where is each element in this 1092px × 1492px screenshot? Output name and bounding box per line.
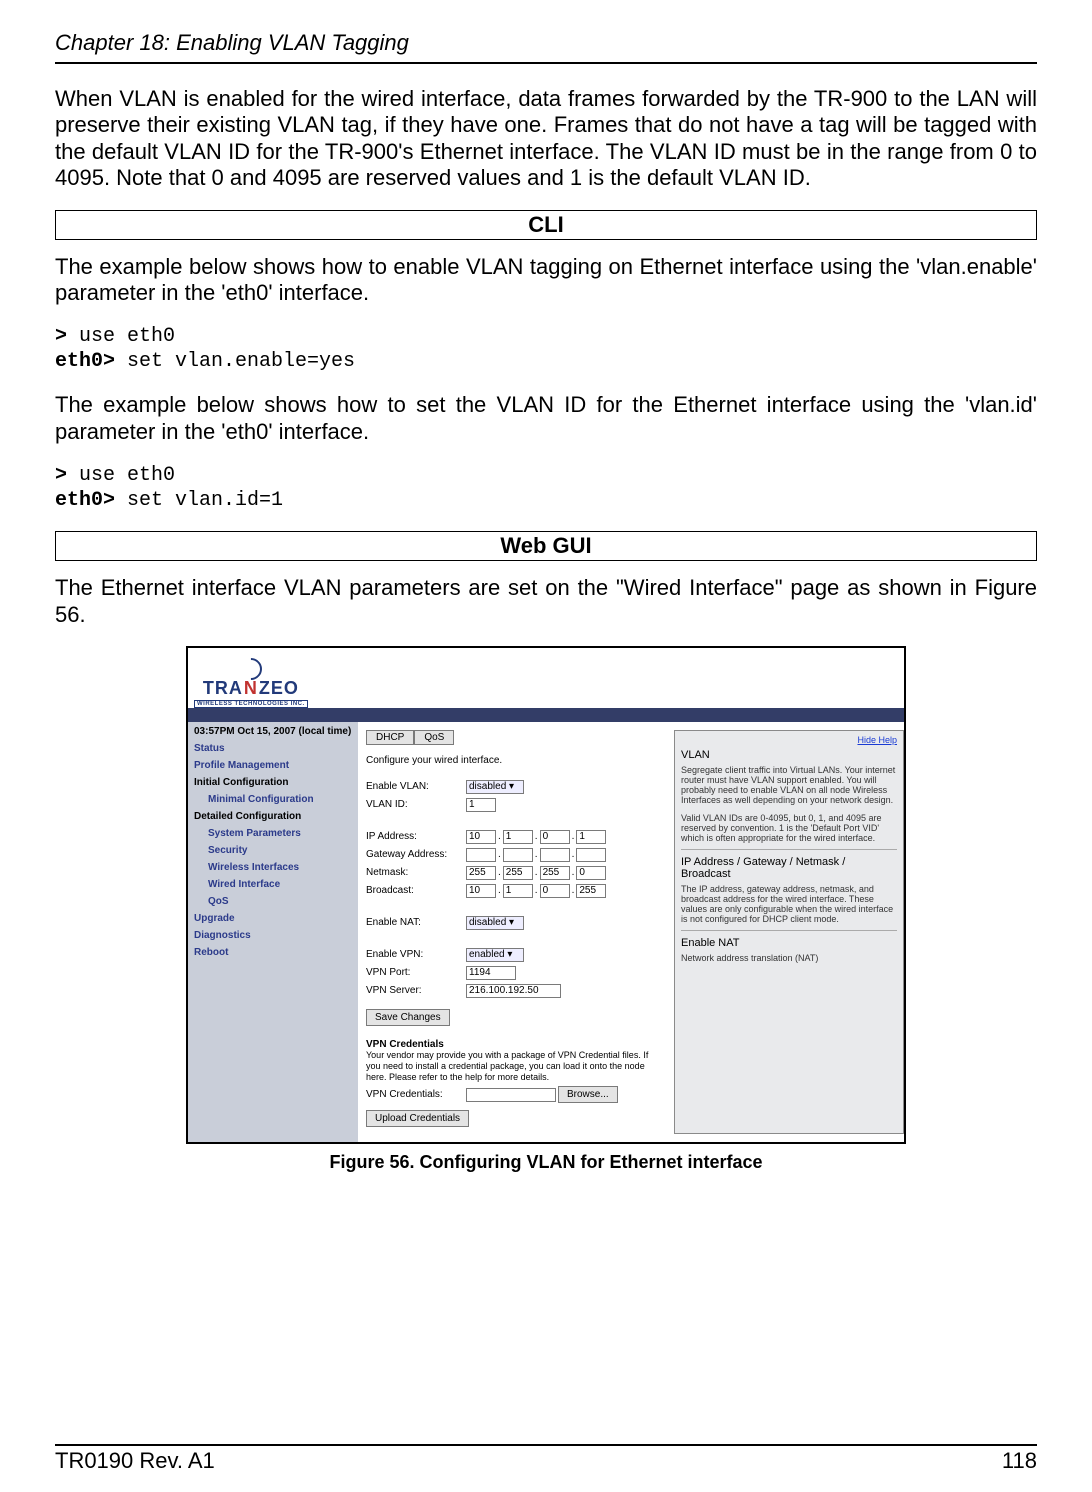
nav-wired[interactable]: Wired Interface [208,879,352,890]
input-ip-2[interactable]: 1 [503,830,533,844]
page-footer: TR0190 Rev. A1 118 [55,1444,1037,1474]
label-vlan-id: VLAN ID: [366,799,466,810]
form-intro: Configure your wired interface. [366,755,656,766]
input-ip-4[interactable]: 1 [576,830,606,844]
label-vpn-server: VPN Server: [366,985,466,996]
input-bc-1[interactable]: 10 [466,884,496,898]
nav-reboot[interactable]: Reboot [194,947,352,958]
label-gateway: Gateway Address: [366,849,466,860]
input-ip-1[interactable]: 10 [466,830,496,844]
vpn-cred-text: Your vendor may provide you with a packa… [366,1050,656,1082]
nav-minimal-config[interactable]: Minimal Configuration [208,794,352,805]
input-gw-3[interactable] [540,848,570,862]
cli-cmd: set vlan.id=1 [115,489,283,512]
sidebar: 03:57PM Oct 15, 2007 (local time) Status… [188,722,358,1142]
figure-screenshot: TRANZEO WIRELESS TECHNOLOGIES INC. 03:57… [186,646,906,1144]
input-vpn-server[interactable]: 216.100.192.50 [466,984,561,998]
help-ip-title: IP Address / Gateway / Netmask / Broadca… [681,856,897,880]
paragraph-3: The example below shows how to set the V… [55,392,1037,445]
section-webgui-heading: Web GUI [55,531,1037,561]
label-enable-vpn: Enable VPN: [366,949,466,960]
help-panel: Hide Help VLAN Segregate client traffic … [674,730,904,1134]
paragraph-1: When VLAN is enabled for the wired inter… [55,86,1037,192]
input-vlan-id[interactable]: 1 [466,798,496,812]
nav-detailed-config[interactable]: Detailed Configuration [194,811,352,822]
nav-system-params[interactable]: System Parameters [208,828,352,839]
nav-profile[interactable]: Profile Management [194,760,352,771]
header-band [188,708,904,722]
help-vlan-text: Segregate client traffic into Virtual LA… [681,765,897,805]
footer-page-number: 118 [1002,1448,1037,1474]
tab-dhcp[interactable]: DHCP [366,730,414,745]
help-vlan-text2: Valid VLAN IDs are 0-4095, but 0, 1, and… [681,813,897,843]
select-enable-vpn[interactable]: enabled ▾ [466,948,524,962]
help-vlan-title: VLAN [681,749,897,761]
logo-text-2: ZEO [259,678,299,699]
input-nm-1[interactable]: 255 [466,866,496,880]
input-bc-4[interactable]: 255 [576,884,606,898]
input-nm-4[interactable]: 0 [576,866,606,880]
help-nat-text: Network address translation (NAT) [681,953,897,963]
cli-cmd: set vlan.enable=yes [115,350,355,373]
label-vpn-port: VPN Port: [366,967,466,978]
section-cli-heading: CLI [55,210,1037,240]
header-rule [55,62,1037,64]
nav-upgrade[interactable]: Upgrade [194,913,352,924]
nav-qos[interactable]: QoS [208,896,352,907]
main-form: DHCPQoS Configure your wired interface. … [366,730,656,1134]
logo: TRANZEO WIRELESS TECHNOLOGIES INC. [194,658,308,708]
input-bc-3[interactable]: 0 [540,884,570,898]
input-ip-3[interactable]: 0 [540,830,570,844]
browse-button[interactable]: Browse... [558,1086,618,1103]
input-nm-2[interactable]: 255 [503,866,533,880]
vpn-cred-title: VPN Credentials [366,1039,656,1050]
logo-subtitle: WIRELESS TECHNOLOGIES INC. [194,700,308,708]
cli-prompt: eth0> [55,350,115,373]
nav-diagnostics[interactable]: Diagnostics [194,930,352,941]
input-vpn-port[interactable]: 1194 [466,966,516,980]
figure-caption: Figure 56. Configuring VLAN for Ethernet… [55,1152,1037,1173]
cli-cmd: use eth0 [67,464,175,487]
nav-time: 03:57PM Oct 15, 2007 (local time) [194,726,352,737]
cli-prompt: > [55,464,67,487]
footer-left: TR0190 Rev. A1 [55,1448,215,1474]
nav-wireless[interactable]: Wireless Interfaces [208,862,352,873]
input-gw-1[interactable] [466,848,496,862]
input-vpn-cred-file[interactable] [466,1088,556,1102]
input-gw-2[interactable] [503,848,533,862]
label-ip: IP Address: [366,831,466,842]
help-ip-text: The IP address, gateway address, netmask… [681,884,897,924]
hide-help-link[interactable]: Hide Help [681,735,897,745]
paragraph-2: The example below shows how to enable VL… [55,254,1037,307]
label-broadcast: Broadcast: [366,885,466,896]
input-bc-2[interactable]: 1 [503,884,533,898]
cli-prompt: eth0> [55,489,115,512]
cli-prompt: > [55,325,67,348]
tab-qos[interactable]: QoS [414,730,454,745]
cli-cmd: use eth0 [67,325,175,348]
label-enable-nat: Enable NAT: [366,917,466,928]
nav-security[interactable]: Security [208,845,352,856]
logo-text-1: TRA [203,678,243,699]
input-nm-3[interactable]: 255 [540,866,570,880]
label-vpn-cred: VPN Credentials: [366,1089,466,1100]
upload-button[interactable]: Upload Credentials [366,1110,469,1127]
chapter-title: Chapter 18: Enabling VLAN Tagging [55,30,1037,60]
help-nat-title: Enable NAT [681,937,897,949]
nav-status[interactable]: Status [194,743,352,754]
save-button[interactable]: Save Changes [366,1009,450,1026]
label-netmask: Netmask: [366,867,466,878]
label-enable-vlan: Enable VLAN: [366,781,466,792]
nav-initial-config[interactable]: Initial Configuration [194,777,352,788]
select-enable-vlan[interactable]: disabled ▾ [466,780,524,794]
paragraph-4: The Ethernet interface VLAN parameters a… [55,575,1037,628]
select-enable-nat[interactable]: disabled ▾ [466,916,524,930]
cli-example-2: > use eth0 eth0> set vlan.id=1 [55,463,1037,513]
cli-example-1: > use eth0 eth0> set vlan.enable=yes [55,324,1037,374]
input-gw-4[interactable] [576,848,606,862]
